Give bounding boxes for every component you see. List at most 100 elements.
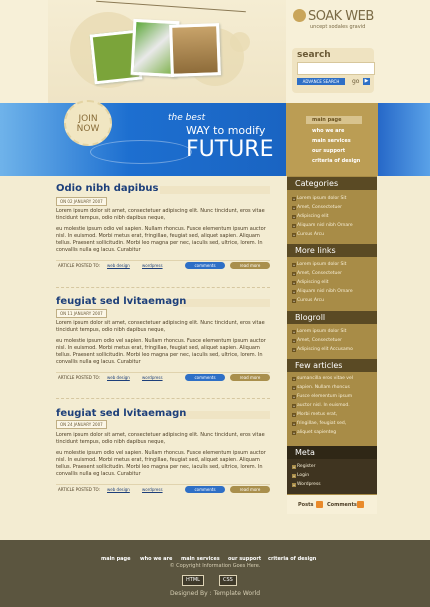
footer-link-main-services[interactable]: main services <box>181 556 220 562</box>
designed-by: Designed By : Template World <box>169 590 261 597</box>
bullet-icon: + <box>292 395 296 399</box>
bullet-icon: + <box>292 348 296 352</box>
search-label: search <box>297 50 331 60</box>
sidebar-link[interactable]: auctor nisl. In euismod. <box>297 403 350 408</box>
meta-link-register[interactable]: Register <box>297 464 316 469</box>
sidebar-link[interactable]: Adipiscing elit <box>297 214 328 219</box>
css-valid-badge[interactable]: CSS <box>219 575 237 586</box>
decor-circle <box>230 32 250 52</box>
posts-feed-link[interactable]: Posts <box>298 502 313 508</box>
bullet-icon: + <box>292 422 296 426</box>
sidebar-link[interactable]: Amet, Consectetuer <box>297 205 342 210</box>
top-menu-item-our-support[interactable]: our support <box>312 148 345 154</box>
banner-right-edge <box>378 103 430 176</box>
sidebar-link[interactable]: Lorem ipsum dolor Sit <box>297 196 346 201</box>
bullet-icon: + <box>292 233 296 237</box>
top-menu-item-who-we-are[interactable]: who we are <box>312 128 344 134</box>
go-label[interactable]: go <box>352 78 359 85</box>
comments-button[interactable]: comments <box>185 486 225 493</box>
sidebar-heading-more-links: More links <box>287 244 377 257</box>
sidebar-link[interactable]: Fusce elementum ipsum <box>297 394 352 399</box>
sidebar-link[interactable]: sumancilla eros vitae vel <box>297 376 353 381</box>
top-menu-item-criteria[interactable]: criteria of design <box>312 158 360 164</box>
advanced-search-button[interactable]: ADVANCE SEARCH <box>297 78 345 85</box>
sidebar-heading-few-articles: Few articles <box>287 359 377 372</box>
bullet-icon: + <box>292 404 296 408</box>
footer-link-main-page[interactable]: main page <box>101 556 131 562</box>
tag-link[interactable]: wordpress <box>142 375 163 380</box>
photo-city <box>169 23 221 77</box>
sidebar-link[interactable]: Aliquam nisl nibh Ornare <box>297 223 353 228</box>
rss-icon[interactable] <box>316 501 323 508</box>
logo-icon <box>293 9 306 22</box>
comments-button[interactable]: comments <box>185 374 225 381</box>
read-more-button[interactable]: read more <box>230 374 270 381</box>
bullet-icon: + <box>292 483 296 487</box>
post-body: eu molestie ipsum odio vel sapien. Nulla… <box>56 226 266 253</box>
banner-tagline-big: FUTURE <box>186 137 274 162</box>
read-more-button[interactable]: read more <box>230 486 270 493</box>
sidebar-link[interactable]: Amet, Consectetuer <box>297 338 342 343</box>
banner-tagline-mid: WAY to modify <box>186 124 266 137</box>
divider <box>56 287 270 288</box>
post-title[interactable]: Odio nibh dapibus <box>56 183 158 194</box>
tag-link[interactable]: web design <box>107 263 130 268</box>
bullet-icon: + <box>292 281 296 285</box>
comments-button[interactable]: comments <box>185 262 225 269</box>
post-intro: Lorem ipsum dolor sit amet, consectetuer… <box>56 320 265 333</box>
bullet-icon: + <box>292 377 296 381</box>
meta-link-login[interactable]: Login <box>297 473 309 478</box>
top-menu-item-main-services[interactable]: main services <box>312 138 351 144</box>
comments-feed-link[interactable]: Comments <box>327 502 357 508</box>
copyright: © Copyright Information Goes Here. <box>169 563 261 569</box>
sidebar-heading-categories: Categories <box>287 177 377 190</box>
tag-link[interactable]: web design <box>107 487 130 492</box>
read-more-button[interactable]: read more <box>230 262 270 269</box>
sidebar-link[interactable]: fringillae, feugiat sed, <box>297 421 346 426</box>
post-intro: Lorem ipsum dolor sit amet, consectetuer… <box>56 208 265 221</box>
logo[interactable]: SOAK WEB <box>308 9 374 24</box>
sidebar-heading-meta: Meta <box>287 446 377 459</box>
bullet-icon: + <box>292 465 296 469</box>
sidebar-link[interactable]: Lorem ipsum dolor Sit <box>297 262 346 267</box>
sidebar-link[interactable]: Aliquam nisl nibh Ornare <box>297 289 353 294</box>
sidebar-link[interactable]: Cursus Arcu <box>297 232 324 237</box>
banner-tagline-small: the best <box>168 113 206 123</box>
bullet-icon: + <box>292 290 296 294</box>
title-bar <box>180 411 270 419</box>
posted-to-label: ARTICLE POSTED TO: <box>58 375 100 380</box>
search-input[interactable] <box>297 62 375 75</box>
top-menu-item-main-page[interactable]: main page <box>306 116 362 124</box>
bullet-icon: + <box>292 215 296 219</box>
tag-link[interactable]: wordpress <box>142 487 163 492</box>
post-body: eu molestie ipsum odio vel sapien. Nulla… <box>56 338 266 365</box>
sidebar-link[interactable]: Lorem ipsum dolor Sit <box>297 329 346 334</box>
post-date: ON 24 JANUARY 2007 <box>56 420 107 429</box>
tag-link[interactable]: web design <box>107 375 130 380</box>
sidebar-heading-blogroll: Blogroll <box>287 311 377 324</box>
post-date: ON 11 JANUARY 2007 <box>56 309 107 318</box>
sidebar-link[interactable]: sapien. Nullam rhoncus <box>297 385 350 390</box>
bullet-icon: + <box>292 339 296 343</box>
post-title[interactable]: feugiat sed lvitaemagn <box>56 408 186 419</box>
sidebar-link[interactable]: Amet, Consectetuer <box>297 271 342 276</box>
posted-to-label: ARTICLE POSTED TO: <box>58 263 100 268</box>
bullet-icon: + <box>292 330 296 334</box>
footer-link-criteria[interactable]: criteria of design <box>268 556 316 562</box>
footer-link-who-we-are[interactable]: who we are <box>140 556 172 562</box>
sidebar-link[interactable]: Adipiscing elit Accusamo <box>297 347 353 352</box>
meta-link-wordpress[interactable]: Wordpress <box>297 482 321 487</box>
html-valid-badge[interactable]: HTML <box>182 575 204 586</box>
rss-icon[interactable] <box>357 501 364 508</box>
sidebar-link[interactable]: Morbi metus erat, <box>297 412 337 417</box>
sidebar-link[interactable]: Cursus Arcu <box>297 298 324 303</box>
tag-link[interactable]: wordpress <box>142 263 163 268</box>
post-title[interactable]: feugiat sed lvitaemagn <box>56 296 186 307</box>
go-arrow-icon[interactable]: ▶ <box>363 78 370 85</box>
sidebar-link[interactable]: aliquet sapienteg <box>297 430 336 435</box>
post-body: eu molestie ipsum odio vel sapien. Nulla… <box>56 450 266 477</box>
bullet-icon: + <box>292 206 296 210</box>
footer-link-our-support[interactable]: our support <box>228 556 261 562</box>
sidebar-link[interactable]: Adipiscing elit <box>297 280 328 285</box>
join-now-badge[interactable]: JOIN NOW <box>64 100 112 146</box>
